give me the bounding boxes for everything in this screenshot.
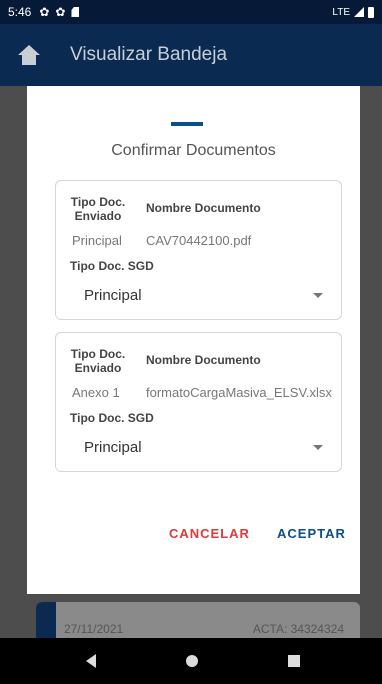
select-value: Principal <box>84 439 142 456</box>
home-circle-icon[interactable] <box>186 655 198 667</box>
home-icon[interactable] <box>18 45 40 65</box>
document-card: Tipo Doc. Enviado Nombre Documento Anexo… <box>55 332 342 472</box>
recent-apps-icon[interactable] <box>288 655 300 667</box>
dropdown-arrow-icon <box>313 293 323 298</box>
back-icon[interactable] <box>86 654 96 668</box>
accept-button[interactable]: ACEPTAR <box>277 526 346 541</box>
signal-icon <box>354 7 364 17</box>
tipo-doc-value: Principal <box>72 233 122 248</box>
dropdown-arrow-icon <box>313 445 323 450</box>
tipo-doc-value: Anexo 1 <box>72 385 120 400</box>
dialog-handle <box>171 122 203 126</box>
nombre-documento-header: Nombre Documento <box>146 201 261 215</box>
gear-icon: ✿ <box>55 5 66 19</box>
nombre-documento-header: Nombre Documento <box>146 353 261 367</box>
system-nav-bar <box>0 638 382 684</box>
background-acta: ACTA: 34324324 <box>252 622 344 636</box>
tipo-doc-enviado-header: Tipo Doc. Enviado <box>70 347 126 375</box>
tipo-doc-sgd-label: Tipo Doc. SGD <box>70 411 154 425</box>
sd-card-icon <box>71 7 80 17</box>
tipo-doc-enviado-header: Tipo Doc. Enviado <box>70 195 126 223</box>
confirm-documents-dialog: Confirmar Documentos Tipo Doc. Enviado N… <box>27 86 360 594</box>
select-value: Principal <box>84 287 142 304</box>
dialog-title: Confirmar Documentos <box>111 142 276 159</box>
gear-icon: ✿ <box>39 5 50 19</box>
tipo-doc-sgd-label: Tipo Doc. SGD <box>70 259 154 273</box>
app-bar: Visualizar Bandeja <box>0 24 382 86</box>
network-type: LTE <box>332 6 350 18</box>
cancel-button[interactable]: CANCELAR <box>169 526 250 541</box>
document-name-value: formatoCargaMasiva_ELSV.xlsx <box>146 385 332 400</box>
app-title: Visualizar Bandeja <box>70 44 228 65</box>
battery-icon <box>368 6 374 18</box>
document-card: Tipo Doc. Enviado Nombre Documento Princ… <box>55 180 342 320</box>
document-name-value: CAV70442100.pdf <box>146 233 252 248</box>
status-bar: 5:46 ✿ ✿ LTE <box>0 0 382 24</box>
status-time: 5:46 <box>8 5 32 19</box>
